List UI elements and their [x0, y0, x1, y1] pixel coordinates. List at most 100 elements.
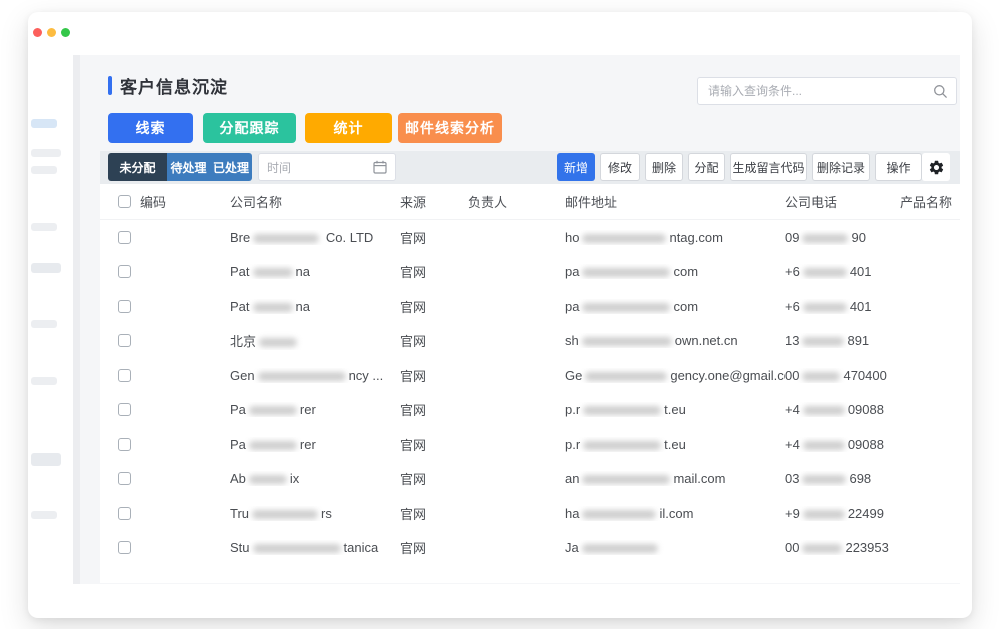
gear-icon [928, 159, 945, 176]
sidebar-skeleton-bar [31, 119, 57, 128]
redacted-blur [253, 303, 293, 312]
row-checkbox[interactable] [118, 300, 131, 313]
data-table: 编码公司名称来源负责人邮件地址公司电话产品名称 Bre Co. LTD官网hon… [100, 184, 960, 583]
cell-checkbox [100, 472, 140, 485]
action-button-3[interactable]: 删除 [645, 153, 683, 181]
cell-email: p.rt.eu [565, 437, 785, 452]
action-button-6[interactable]: 删除记录 [812, 153, 870, 181]
status-segment-2[interactable]: 待处理 [167, 153, 210, 181]
cell-source: 官网 [400, 538, 468, 557]
table-row[interactable]: Parer官网p.rt.eu+409088 [100, 393, 960, 428]
cell-source: 官网 [400, 400, 468, 419]
redacted-blur [252, 510, 318, 519]
action-buttons: 新增修改删除分配生成留言代码删除记录操作 [557, 153, 922, 181]
nav-button-4[interactable]: 邮件线索分析 [398, 113, 502, 143]
page-title-row: 客户信息沉淀 [108, 73, 228, 98]
redacted-blur [802, 372, 840, 381]
cell-company: Abix [230, 471, 400, 486]
sidebar-skeleton-bar [31, 223, 57, 231]
table-row[interactable]: Stutanica官网Ja00223953 [100, 531, 960, 566]
redacted-blur [259, 338, 297, 347]
redacted-blur [585, 372, 667, 381]
redacted-blur [582, 510, 656, 519]
nav-button-2[interactable]: 分配跟踪 [203, 113, 296, 143]
status-segment-3[interactable]: 已处理 [210, 153, 252, 181]
table-row[interactable]: Trurs官网hail.com+922499 [100, 496, 960, 531]
status-segments: 未分配待处理已处理 [108, 153, 252, 181]
header-checkbox-cell [100, 195, 140, 208]
column-header-7: 产品名称 [900, 192, 960, 211]
redacted-blur [583, 441, 661, 450]
row-checkbox[interactable] [118, 334, 131, 347]
redacted-blur [582, 303, 670, 312]
cell-company: Stutanica [230, 540, 400, 555]
table-row[interactable]: 北京官网shown.net.cn13891 [100, 324, 960, 359]
nav-button-3[interactable]: 统计 [305, 113, 392, 143]
sidebar-skeleton-bar [31, 263, 61, 273]
search-input[interactable] [698, 78, 956, 104]
table-row[interactable]: Genncy ...官网Gegency.one@gmail.com0047040… [100, 358, 960, 393]
cell-checkbox [100, 369, 140, 382]
cell-company: Patna [230, 299, 400, 314]
row-checkbox[interactable] [118, 472, 131, 485]
column-header-4: 负责人 [468, 192, 565, 211]
status-segment-1[interactable]: 未分配 [108, 153, 167, 181]
sidebar-skeleton-bar [31, 377, 57, 385]
sidebar-skeleton [28, 55, 73, 584]
cell-company: Parer [230, 437, 400, 452]
row-checkbox[interactable] [118, 507, 131, 520]
redacted-blur [249, 406, 297, 415]
action-button-5[interactable]: 生成留言代码 [730, 153, 807, 181]
sidebar-skeleton-bar [31, 320, 57, 328]
nav-button-1[interactable]: 线索 [108, 113, 193, 143]
cell-checkbox [100, 403, 140, 416]
redacted-blur [803, 406, 845, 415]
table-row[interactable]: Patna官网pacom+6401 [100, 255, 960, 290]
table-row[interactable]: Abix官网anmail.com03698 [100, 462, 960, 497]
close-window-icon[interactable] [33, 28, 42, 37]
cell-source: 官网 [400, 504, 468, 523]
redacted-blur [803, 268, 847, 277]
cell-phone: +409088 [785, 402, 900, 417]
search-icon[interactable] [933, 84, 948, 99]
sidebar-skeleton-bar [31, 149, 61, 157]
action-button-4[interactable]: 分配 [688, 153, 725, 181]
cell-checkbox [100, 507, 140, 520]
column-header-6: 公司电话 [785, 192, 900, 211]
cell-email: anmail.com [565, 471, 785, 486]
app-window: 客户信息沉淀 线索分配跟踪统计邮件线索分析 未分配待处理已处理 时间 [28, 12, 972, 618]
cell-phone: 0990 [785, 230, 900, 245]
select-all-checkbox[interactable] [118, 195, 131, 208]
column-header-5: 邮件地址 [565, 192, 785, 211]
cell-company: Patna [230, 264, 400, 279]
row-checkbox[interactable] [118, 541, 131, 554]
action-button-1[interactable]: 新增 [557, 153, 595, 181]
date-filter-input[interactable]: 时间 [258, 153, 396, 181]
row-checkbox[interactable] [118, 403, 131, 416]
redacted-blur [583, 406, 661, 415]
row-checkbox[interactable] [118, 231, 131, 244]
redacted-blur [582, 475, 670, 484]
minimize-window-icon[interactable] [47, 28, 56, 37]
cell-email: Ja [565, 540, 785, 555]
redacted-blur [802, 544, 842, 553]
action-button-7[interactable]: 操作 [875, 153, 922, 181]
table-row[interactable]: Parer官网p.rt.eu+409088 [100, 427, 960, 462]
settings-button[interactable] [922, 153, 950, 181]
cell-checkbox [100, 300, 140, 313]
row-checkbox[interactable] [118, 438, 131, 451]
redacted-blur [253, 544, 341, 553]
action-button-2[interactable]: 修改 [600, 153, 640, 181]
cell-source: 官网 [400, 297, 468, 316]
cell-email: shown.net.cn [565, 333, 785, 348]
cell-company: Genncy ... [230, 368, 400, 383]
redacted-blur [582, 268, 670, 277]
redacted-blur [253, 268, 293, 277]
row-checkbox[interactable] [118, 369, 131, 382]
cell-source: 官网 [400, 331, 468, 350]
table-row[interactable]: Bre Co. LTD官网hontag.com0990 [100, 220, 960, 255]
row-checkbox[interactable] [118, 265, 131, 278]
table-row[interactable]: Patna官网pacom+6401 [100, 289, 960, 324]
maximize-window-icon[interactable] [61, 28, 70, 37]
cell-company: Bre Co. LTD [230, 230, 400, 245]
